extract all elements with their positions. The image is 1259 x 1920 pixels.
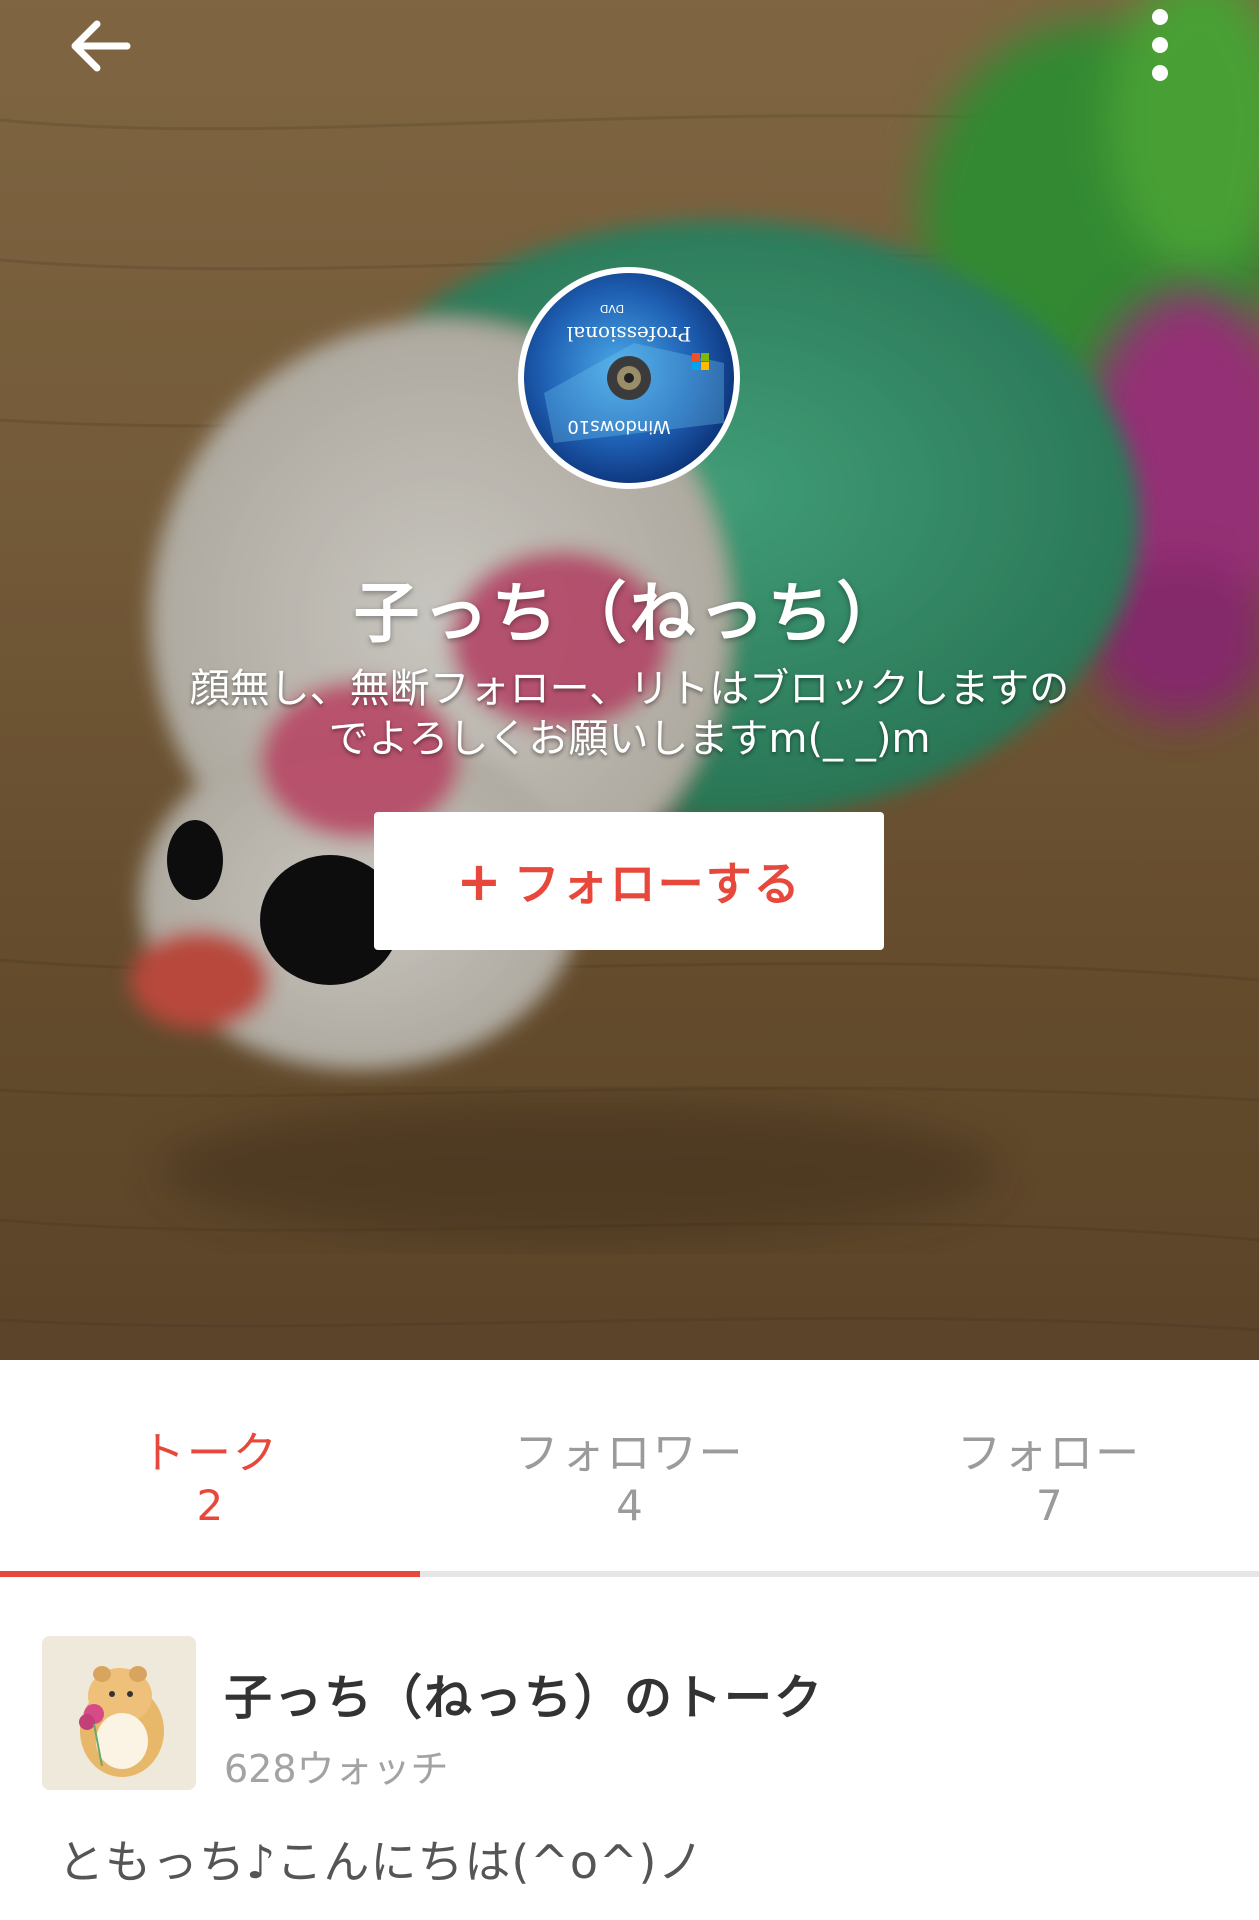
profile-tabs: トーク 2 フォロワー 4 フォロー 7	[0, 1360, 1259, 1580]
svg-text:Professional: Professional	[567, 322, 691, 346]
more-vertical-icon-dot	[1152, 9, 1168, 25]
tab-label: トーク	[140, 1428, 279, 1479]
svg-text:DVD: DVD	[600, 302, 624, 315]
tab-following[interactable]: フォロー 7	[839, 1360, 1259, 1580]
arrow-left-icon	[69, 20, 131, 76]
svg-text:Windows10: Windows10	[567, 416, 670, 437]
profile-header: Professional Windows10 DVD 子っち（ねっち） 顔無し、…	[0, 0, 1259, 1360]
more-vertical-icon-dot	[1152, 65, 1168, 81]
profile-bio-line: でよろしくお願いしますm(_ _)m	[328, 716, 931, 762]
more-options-button[interactable]	[1120, 0, 1200, 90]
talk-title: 子っち（ねっち）のトーク	[224, 1670, 825, 1726]
profile-name: 子っち（ねっち）	[353, 575, 906, 652]
tab-count: 2	[196, 1481, 224, 1530]
talk-watch-count: 628ウォッチ	[224, 1747, 449, 1791]
more-vertical-icon-dot	[1152, 37, 1168, 53]
tab-label: フォロワー	[514, 1428, 745, 1479]
profile-bio: 顔無し、無断フォロー、リトはブロックしますの でよろしくお願いしますm(_ _)…	[150, 664, 1109, 764]
tab-count: 4	[616, 1481, 643, 1530]
talk-thumbnail	[42, 1636, 196, 1790]
talk-preview-text: ともっち♪こんにちは(^o^)ノ	[58, 1835, 705, 1889]
plus-icon: +	[456, 849, 504, 913]
avatar[interactable]: Professional Windows10 DVD	[518, 267, 740, 489]
avatar-image: Professional Windows10 DVD	[524, 273, 734, 483]
active-tab-indicator	[0, 1571, 420, 1577]
follow-button[interactable]: + フォローする	[374, 812, 884, 950]
tab-label: フォロー	[957, 1428, 1142, 1479]
talk-list-item[interactable]: 子っち（ねっち）のトーク 628ウォッチ ともっち♪こんにちは(^o^)ノ	[0, 1600, 1259, 1920]
back-button[interactable]	[58, 6, 142, 90]
profile-bio-line: 顔無し、無断フォロー、リトはブロックしますの	[189, 666, 1070, 712]
tab-followers[interactable]: フォロワー 4	[420, 1360, 840, 1580]
tab-count: 7	[1035, 1481, 1063, 1530]
tab-talk[interactable]: トーク 2	[0, 1360, 420, 1580]
follow-button-label: フォローする	[513, 857, 802, 911]
